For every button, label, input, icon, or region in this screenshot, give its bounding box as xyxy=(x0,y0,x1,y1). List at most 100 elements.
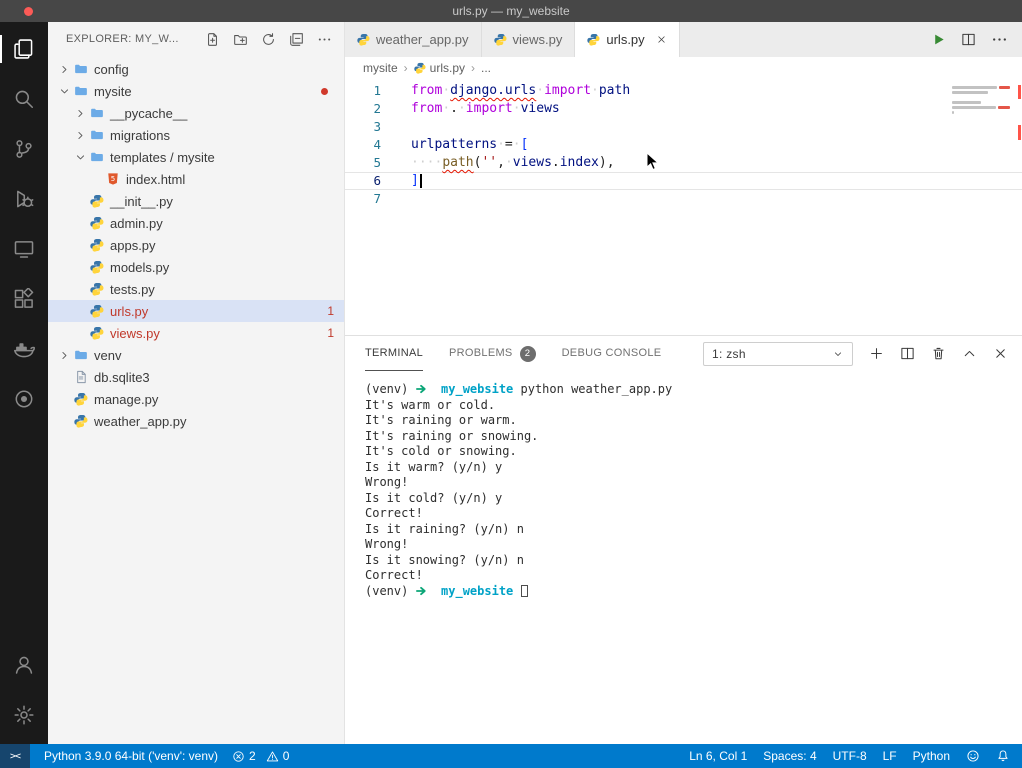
activity-item-extensions[interactable] xyxy=(0,274,48,324)
terminal-output[interactable]: (venv) my_website python weather_app.pyI… xyxy=(345,371,1022,744)
traffic-light-close-button[interactable] xyxy=(24,7,33,16)
activity-item-run-debug[interactable] xyxy=(0,174,48,224)
run-button[interactable] xyxy=(931,32,946,47)
shell-select-value: 1: zsh xyxy=(712,347,746,361)
activity-bar xyxy=(0,22,48,744)
terminal-shell-select[interactable]: 1: zsh xyxy=(703,342,853,366)
tree-item-templates-mysite[interactable]: templates / mysite xyxy=(48,146,344,168)
panel-tab-terminal[interactable]: TERMINAL xyxy=(365,336,423,371)
tree-item-pycache[interactable]: __pycache__ xyxy=(48,102,344,124)
tree-item-label: __pycache__ xyxy=(110,106,187,121)
tab-label: weather_app.py xyxy=(376,32,469,47)
code-area[interactable]: 1from·django.urls·import·path2from·.·imp… xyxy=(345,82,1022,208)
code-token: ) xyxy=(599,155,607,170)
close-icon[interactable] xyxy=(993,346,1008,361)
tree-item-urls-py[interactable]: urls.py1 xyxy=(48,300,344,322)
terminal-text: Is it cold? (y/n) y xyxy=(365,491,502,505)
terminal-text: Correct! xyxy=(365,568,423,582)
split-editor-icon[interactable] xyxy=(961,32,976,47)
tree-item-mysite[interactable]: mysite xyxy=(48,80,344,102)
chevron-right-icon[interactable] xyxy=(72,107,88,120)
more-icon[interactable] xyxy=(991,31,1008,48)
refresh-icon[interactable] xyxy=(261,32,276,47)
encoding[interactable]: UTF-8 xyxy=(833,749,867,763)
modified-dot xyxy=(321,88,328,95)
kill-terminal-icon[interactable] xyxy=(931,346,946,361)
tree-item-venv[interactable]: venv xyxy=(48,344,344,366)
terminal-line: Is it warm? (y/n) y xyxy=(365,460,1022,476)
breadcrumb-item-[interactable]: ... xyxy=(481,61,491,75)
chevron-right-icon[interactable] xyxy=(56,63,72,76)
minimap-error-mark xyxy=(998,106,1010,109)
tab-label: urls.py xyxy=(606,32,644,47)
python-icon xyxy=(88,282,105,296)
terminal-line: Wrong! xyxy=(365,537,1022,553)
panel-tab-label: PROBLEMS xyxy=(449,336,513,371)
terminal-cursor xyxy=(521,585,528,597)
eol-selector[interactable]: LF xyxy=(883,749,897,763)
python-icon xyxy=(88,260,105,274)
activity-item-account[interactable] xyxy=(0,640,48,690)
overview-ruler-error-mark xyxy=(1018,125,1022,140)
activity-item-docker[interactable] xyxy=(0,324,48,374)
breadcrumb-item-urls-py[interactable]: urls.py xyxy=(414,61,465,75)
tree-item-migrations[interactable]: migrations xyxy=(48,124,344,146)
code-line: 2from·.·import·views xyxy=(345,100,1022,118)
tab-views-py[interactable]: views.py xyxy=(482,22,576,57)
new-terminal-icon[interactable] xyxy=(869,346,884,361)
terminal-line: It's raining or warm. xyxy=(365,413,1022,429)
panel-tab-problems[interactable]: PROBLEMS2 xyxy=(449,336,536,371)
tree-item-admin-py[interactable]: admin.py xyxy=(48,212,344,234)
tree-item-db-sqlite3[interactable]: db.sqlite3 xyxy=(48,366,344,388)
indentation[interactable]: Spaces: 4 xyxy=(763,749,816,763)
activity-item-explorer[interactable] xyxy=(0,24,48,74)
tab-weather-app-py[interactable]: weather_app.py xyxy=(345,22,482,57)
code-editor[interactable]: 1from·django.urls·import·path2from·.·imp… xyxy=(345,79,1022,335)
minimap-line xyxy=(952,111,1010,114)
minimap-line xyxy=(952,91,1010,94)
chevron-right-icon[interactable] xyxy=(56,349,72,362)
feedback-smiley-icon[interactable] xyxy=(966,749,980,763)
panel-maximize-icon[interactable] xyxy=(962,346,977,361)
activity-item-remote-explorer[interactable] xyxy=(0,224,48,274)
tab-urls-py[interactable]: urls.py xyxy=(575,22,679,57)
split-terminal-icon[interactable] xyxy=(900,346,915,361)
activity-item-source-control[interactable] xyxy=(0,124,48,174)
activity-item-plugin[interactable] xyxy=(0,374,48,424)
interpreter-status[interactable]: Python 3.9.0 64-bit ('venv': venv) xyxy=(44,749,218,763)
new-file-icon[interactable] xyxy=(205,32,220,47)
collapse-all-icon[interactable] xyxy=(289,32,304,47)
tree-item-models-py[interactable]: models.py xyxy=(48,256,344,278)
tree-item-init-py[interactable]: __init__.py xyxy=(48,190,344,212)
chevron-right-icon[interactable] xyxy=(72,129,88,142)
tree-item-tests-py[interactable]: tests.py xyxy=(48,278,344,300)
tree-item-index-html[interactable]: 5index.html xyxy=(48,168,344,190)
more-icon[interactable] xyxy=(317,32,332,47)
python-icon xyxy=(72,414,89,428)
panel-tab-debug-console[interactable]: DEBUG CONSOLE xyxy=(562,336,662,371)
minimap[interactable] xyxy=(952,86,1010,119)
tree-item-weather-app-py[interactable]: weather_app.py xyxy=(48,410,344,432)
tree-item-apps-py[interactable]: apps.py xyxy=(48,234,344,256)
tree-item-config[interactable]: config xyxy=(48,58,344,80)
remote-indicator[interactable]: >< xyxy=(0,744,30,768)
overview-ruler-error-mark xyxy=(1018,85,1022,99)
notifications-bell-icon[interactable] xyxy=(996,749,1010,763)
prompt-directory: my_website xyxy=(441,584,513,598)
bottom-panel: TERMINAL PROBLEMS2 DEBUG CONSOLE 1: zsh (ve… xyxy=(345,335,1022,744)
language-mode[interactable]: Python xyxy=(913,749,950,763)
cursor-caret xyxy=(420,174,422,188)
chevron-down-icon[interactable] xyxy=(56,85,72,98)
cursor-position[interactable]: Ln 6, Col 1 xyxy=(689,749,747,763)
breadcrumb-item-mysite[interactable]: mysite xyxy=(363,61,398,75)
new-folder-icon[interactable] xyxy=(233,32,248,47)
activity-item-search[interactable] xyxy=(0,74,48,124)
tree-item-views-py[interactable]: views.py1 xyxy=(48,322,344,344)
terminal-text xyxy=(427,584,441,598)
chevron-down-icon[interactable] xyxy=(72,151,88,164)
activity-item-settings[interactable] xyxy=(0,690,48,740)
tab-close-icon[interactable] xyxy=(656,34,667,45)
terminal-line: It's warm or cold. xyxy=(365,398,1022,414)
problems-status[interactable]: 2 0 xyxy=(232,749,289,763)
tree-item-manage-py[interactable]: manage.py xyxy=(48,388,344,410)
